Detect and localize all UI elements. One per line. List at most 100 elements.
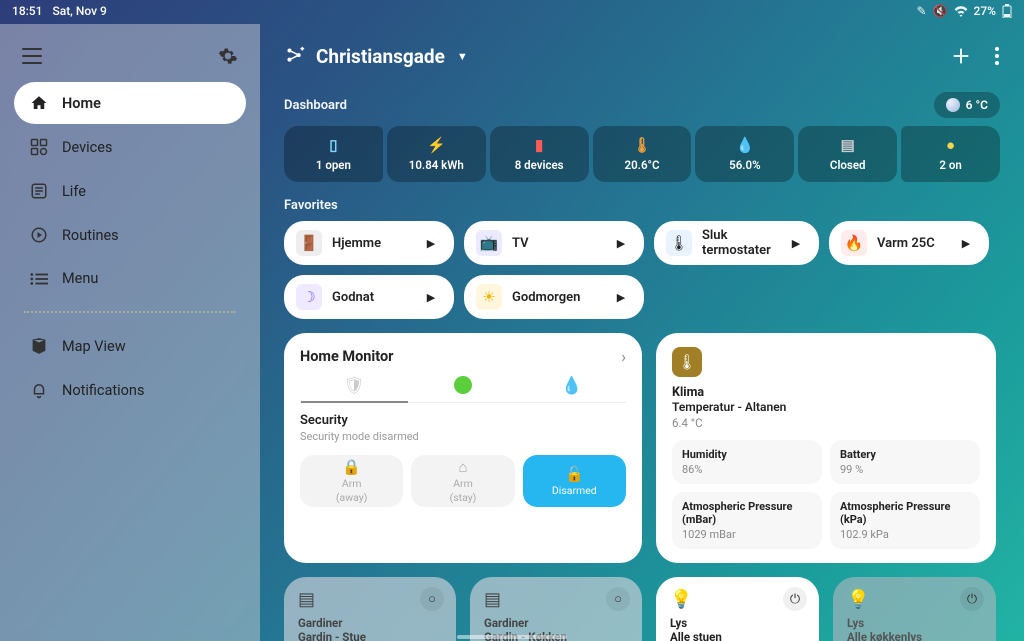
menu-icon: [30, 272, 48, 286]
dash-devices[interactable]: ▮8 devices: [490, 126, 589, 182]
arm-stay-button[interactable]: ⌂ Arm (stay): [411, 455, 514, 507]
door-icon: ▯: [329, 136, 337, 154]
blinds-icon: ▤: [841, 136, 855, 154]
klima-subtitle: Temperatur - Altanen: [672, 400, 980, 414]
settings-icon[interactable]: [218, 46, 238, 66]
dash-energy[interactable]: ⚡10.84 kWh: [387, 126, 486, 182]
moon-icon: ☽: [296, 284, 322, 310]
status-dot-icon: [454, 376, 472, 394]
hamburger-icon[interactable]: [22, 48, 42, 64]
nav-handle[interactable]: [457, 635, 567, 639]
sidebar-label: Map View: [62, 338, 126, 355]
stat-battery[interactable]: Battery99 %: [830, 440, 980, 484]
favorite-varm[interactable]: 🔥 Varm 25C ▶: [829, 221, 989, 265]
stat-pressure-mbar[interactable]: Atmospheric Pressure (mBar)1029 mBar: [672, 492, 822, 549]
sidebar-item-devices[interactable]: Devices: [14, 126, 246, 168]
stat-pressure-kpa[interactable]: Atmospheric Pressure (kPa)102.9 kPa: [830, 492, 980, 549]
home-monitor-title: Home Monitor: [300, 348, 393, 365]
klima-panel[interactable]: 🌡 Klima Temperatur - Altanen 6.4 °C Humi…: [656, 333, 996, 563]
blinds-icon: ▤: [484, 589, 501, 610]
dashboard-heading: Dashboard: [284, 98, 347, 113]
sidebar-item-notifications[interactable]: Notifications: [14, 369, 246, 411]
sidebar-item-routines[interactable]: Routines: [14, 214, 246, 256]
life-icon: [30, 182, 48, 200]
sidebar-label: Devices: [62, 139, 112, 156]
shield-icon: 🛡: [344, 376, 366, 401]
favorite-sluk[interactable]: 🌡 Sluk termostater ▶: [654, 221, 819, 265]
lock-icon: 🔒: [342, 458, 361, 476]
status-bar: 18:51 Sat, Nov 9 ✎ 🔇 27%: [0, 0, 1024, 22]
monitor-tab-security[interactable]: 🛡: [301, 376, 409, 403]
security-status: Security mode disarmed: [300, 430, 626, 443]
power-button[interactable]: ⏻: [960, 587, 984, 611]
sidebar-label: Routines: [62, 227, 119, 244]
play-icon[interactable]: ▶: [785, 232, 807, 254]
favorite-godmorgen[interactable]: ☀ Godmorgen ▶: [464, 275, 644, 319]
favorite-godnat[interactable]: ☽ Godnat ▶: [284, 275, 454, 319]
klima-title: Klima: [672, 385, 980, 400]
sidebar-item-life[interactable]: Life: [14, 170, 246, 212]
humidity-icon: 💧: [736, 136, 755, 154]
status-battery: 27%: [974, 4, 996, 18]
klima-value: 6.4 °C: [672, 416, 980, 430]
dash-temp[interactable]: 🌡20.6°C: [593, 126, 692, 182]
sidebar-item-home[interactable]: Home: [14, 82, 246, 124]
pen-icon: ✎: [917, 4, 927, 18]
sidebar-item-menu[interactable]: Menu: [14, 258, 246, 299]
drop-icon: 💧: [561, 376, 582, 396]
wifi-icon: [954, 5, 968, 17]
home-lock-icon: ⌂: [458, 458, 467, 476]
play-icon[interactable]: ▶: [955, 232, 977, 254]
location-selector[interactable]: Christiansgade ▼: [284, 45, 468, 68]
add-button[interactable]: [950, 45, 972, 67]
play-icon[interactable]: ▶: [610, 286, 632, 308]
card-gardin-kokken[interactable]: ▤ ○ Gardiner Gardin - Køkken Closed: [470, 577, 642, 641]
weather-pill[interactable]: 6 °C: [934, 92, 1000, 118]
bell-icon: [30, 381, 48, 399]
bulb-off-icon: 💡: [847, 589, 869, 610]
sidebar-label: Menu: [62, 270, 98, 287]
mute-icon: 🔇: [933, 4, 948, 18]
dash-doors[interactable]: ▯1 open: [284, 126, 383, 182]
more-icon[interactable]: [994, 46, 1000, 66]
monitor-tab-smoke[interactable]: [409, 376, 517, 396]
dash-blinds[interactable]: ▤Closed: [798, 126, 897, 182]
location-icon: [284, 45, 306, 67]
heat-icon: 🔥: [841, 230, 867, 256]
security-label: Security: [300, 413, 626, 428]
dash-lights[interactable]: ●2 on: [901, 126, 1000, 182]
favorites-heading: Favorites: [284, 198, 338, 213]
energy-icon: ⚡: [427, 136, 446, 154]
chevron-right-icon[interactable]: ›: [621, 347, 626, 366]
sidebar-item-mapview[interactable]: Map View: [14, 325, 246, 367]
arm-away-button[interactable]: 🔒 Arm (away): [300, 455, 403, 507]
card-lys-stuen[interactable]: 💡 ⏻ Lys Alle stuen On: [656, 577, 819, 641]
home-monitor-panel[interactable]: Home Monitor › 🛡 💧 Security Security mod…: [284, 333, 642, 563]
tv-icon: 📺: [476, 230, 502, 256]
sidebar: Home Devices Life Routines Menu Map Vi: [0, 24, 260, 641]
play-icon[interactable]: ▶: [420, 232, 442, 254]
sun-icon: ☀: [476, 284, 502, 310]
power-button[interactable]: ⏻: [783, 587, 807, 611]
dashboard-strip: ▯1 open ⚡10.84 kWh ▮8 devices 🌡20.6°C 💧5…: [284, 126, 1000, 182]
card-lys-kokken[interactable]: 💡 ⏻ Lys Alle køkkenlys Off: [833, 577, 996, 641]
home-icon: [30, 94, 48, 112]
disarmed-button[interactable]: 🔓 Disarmed: [523, 455, 626, 507]
play-icon[interactable]: ▶: [610, 232, 632, 254]
sidebar-label: Home: [62, 95, 101, 112]
play-icon[interactable]: ▶: [420, 286, 442, 308]
weather-temp: 6 °C: [966, 98, 988, 112]
dash-humidity[interactable]: 💧56.0%: [695, 126, 794, 182]
favorite-hjemme[interactable]: 🚪 Hjemme ▶: [284, 221, 454, 265]
stat-humidity[interactable]: Humidity86%: [672, 440, 822, 484]
card-gardin-stue[interactable]: ▤ ○ Gardiner Gardin - Stue Closed: [284, 577, 456, 641]
light-on-icon: ●: [946, 136, 955, 154]
favorite-tv[interactable]: 📺 TV ▶: [464, 221, 644, 265]
chevron-down-icon: ▼: [457, 50, 468, 63]
open-button[interactable]: ○: [606, 587, 630, 611]
monitor-tab-leak[interactable]: 💧: [518, 376, 626, 396]
mapview-icon: [30, 337, 48, 355]
blinds-icon: ▤: [298, 589, 315, 610]
sidebar-label: Notifications: [62, 382, 144, 399]
open-button[interactable]: ○: [420, 587, 444, 611]
